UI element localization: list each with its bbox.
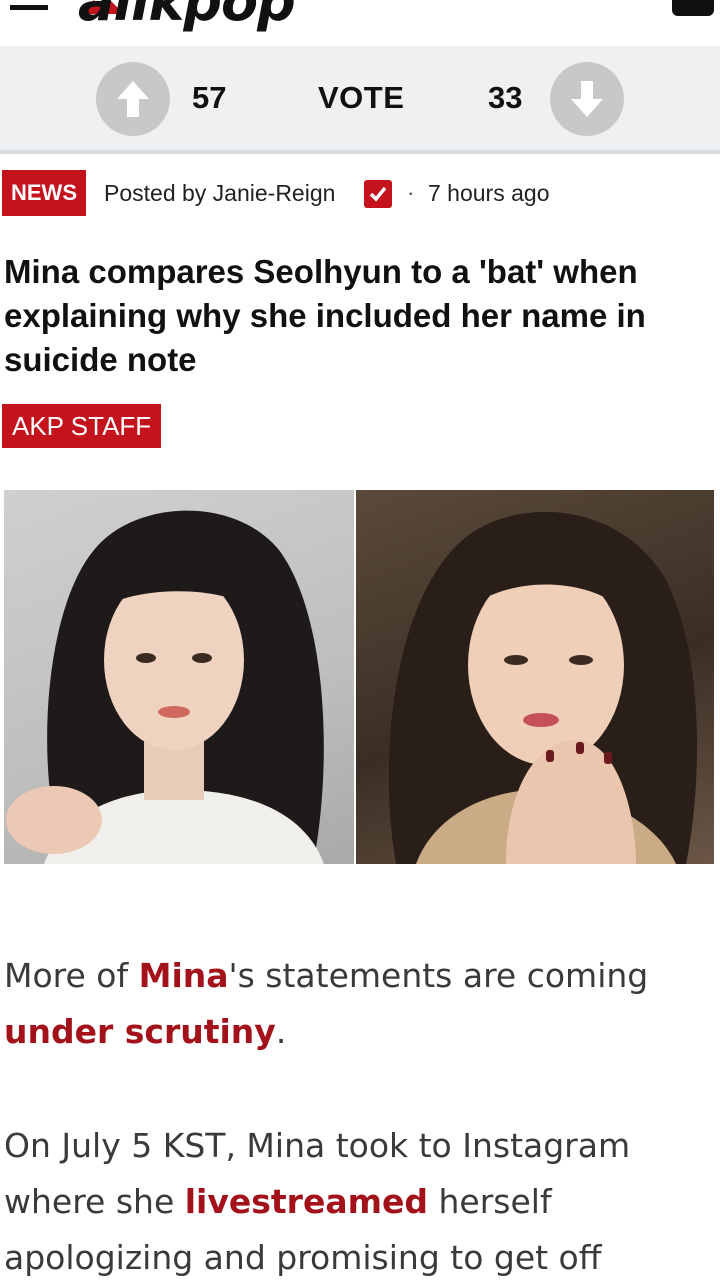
meta-separator: · [407, 180, 415, 205]
keyword-link-livestreamed[interactable]: livestreamed [185, 1182, 428, 1221]
upvote-count: 57 [192, 80, 227, 115]
author-byline[interactable]: Posted by Janie-Reign [104, 180, 335, 207]
article-paragraph: More of Mina's statements are coming und… [4, 948, 710, 1060]
downvote-button[interactable] [550, 62, 624, 136]
verified-check-icon [364, 180, 392, 208]
user-icon[interactable] [672, 0, 714, 16]
category-badge[interactable]: NEWS [2, 170, 86, 216]
arrow-up-icon [117, 81, 149, 117]
site-header: allkpop [0, 0, 720, 46]
photo-mina [4, 490, 354, 864]
arrow-down-icon [571, 81, 603, 117]
paragraph-text: . [275, 1012, 287, 1051]
vote-label: VOTE [318, 80, 405, 115]
paragraph-text: 's statements are coming [228, 956, 649, 995]
photo-seolhyun [356, 490, 714, 864]
upvote-button[interactable] [96, 62, 170, 136]
downvote-count: 33 [488, 80, 523, 115]
article-headline: Mina compares Seolhyun to a 'bat' when e… [4, 253, 646, 378]
paragraph-text: More of [4, 956, 139, 995]
keyword-link-mina[interactable]: Mina [139, 956, 229, 995]
article-meta: NEWS Posted by Janie-Reign · 7 hours ago [0, 170, 720, 216]
post-time: 7 hours ago [428, 180, 550, 206]
article-paragraph: On July 5 KST, Mina took to Instagram wh… [4, 1118, 710, 1280]
article-image [4, 490, 714, 864]
author-tag[interactable]: AKP STAFF [2, 404, 162, 448]
hamburger-menu-icon[interactable] [10, 0, 48, 14]
keyword-link-under-scrutiny[interactable]: under scrutiny [4, 1012, 276, 1051]
vote-bar: 57 VOTE 33 [0, 46, 720, 154]
site-logo[interactable]: allkpop [78, 0, 296, 33]
